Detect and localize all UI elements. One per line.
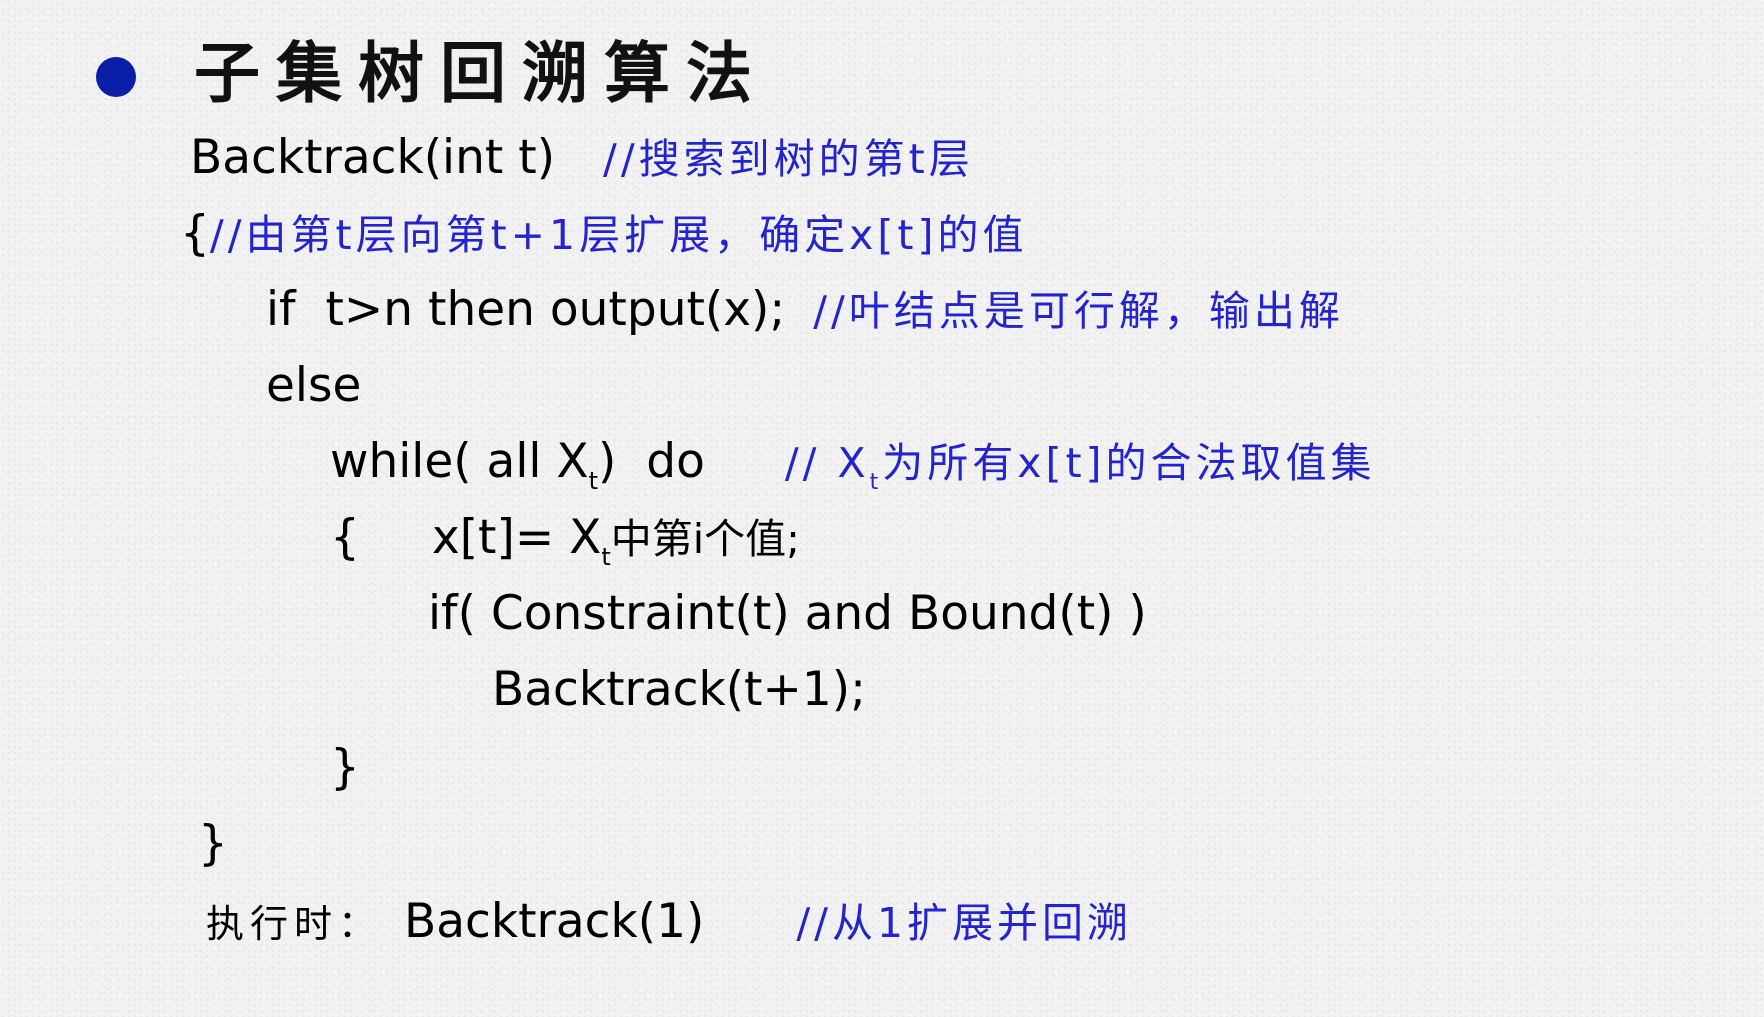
code-line-7: if( Constraint(t) and Bound(t) ): [428, 586, 1147, 642]
code-if-output: if t>n then output(x);: [266, 282, 786, 337]
open-brace: {: [180, 206, 210, 261]
code-line-10: }: [198, 816, 228, 872]
close-brace-inner: }: [330, 740, 360, 795]
execution-label: 执行时：: [206, 902, 383, 946]
slide-title: 子集树回溯算法: [194, 34, 768, 112]
code-while: while( all Xt) do: [330, 434, 705, 495]
code-line-2: {//由第t层向第t+1层扩展，确定x[t]的值: [180, 206, 1027, 262]
comment-expand-level: //由第t层向第t+1层扩展，确定x[t]的值: [209, 211, 1028, 259]
code-assign-x: x[t]= Xt中第i个值;: [431, 510, 800, 571]
close-brace: }: [198, 816, 228, 871]
slide: 子集树回溯算法 Backtrack(int t)//搜索到树的第t层 {//由第…: [0, 0, 1764, 1017]
code-else: else: [266, 358, 362, 413]
comment-expand-backtrack: //从1扩展并回溯: [796, 899, 1133, 947]
code-line-4: else: [266, 358, 361, 414]
comment-search-level: //搜索到树的第t层: [603, 135, 974, 183]
code-function-signature: Backtrack(int t): [190, 130, 556, 185]
code-recursive-call: Backtrack(t+1);: [492, 662, 866, 717]
code-line-6: { x[t]= Xt中第i个值;: [330, 510, 800, 571]
code-line-8: Backtrack(t+1);: [492, 662, 866, 718]
code-line-1: Backtrack(int t) //搜索到树的第t层: [190, 130, 974, 186]
code-line-5: while( all Xt) do // Xt为所有x[t]的合法取值集: [330, 434, 1376, 495]
code-line-9: }: [330, 740, 360, 796]
code-line-3: if t>n then output(x); //叶结点是可行解，输出解: [266, 282, 1344, 338]
comment-leaf-node: //叶结点是可行解，输出解: [813, 287, 1344, 335]
code-initial-call: Backtrack(1): [404, 894, 705, 949]
comment-legal-values: // Xt为所有x[t]的合法取值集: [784, 439, 1376, 495]
bullet-dot: [96, 57, 136, 97]
code-line-11: 执行时： Backtrack(1) //从1扩展并回溯: [206, 894, 1132, 950]
open-brace-inner: {: [330, 510, 360, 565]
code-if-constraint: if( Constraint(t) and Bound(t) ): [428, 586, 1147, 641]
